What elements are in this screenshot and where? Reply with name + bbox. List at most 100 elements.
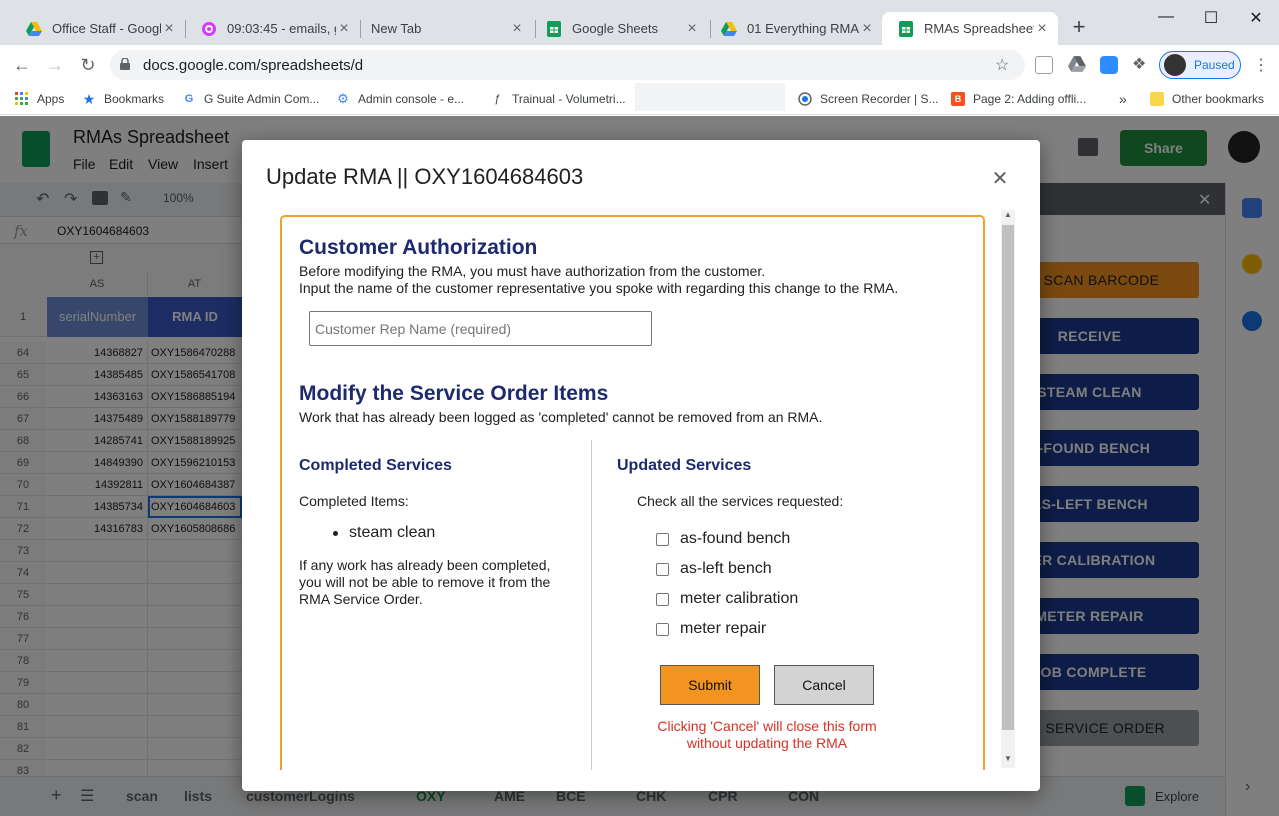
profile-paused-button[interactable]: Paused (1159, 51, 1241, 79)
completed-services-heading: Completed Services (299, 457, 452, 474)
browser-tab-emails[interactable]: 09:03:45 - emails, go × (185, 12, 360, 45)
google-drive-icon (721, 21, 737, 37)
forward-arrow-icon[interactable]: → (43, 53, 67, 77)
tab-label: Google Sheets (572, 21, 659, 36)
zoom-extension-icon[interactable] (1100, 56, 1118, 74)
as-left-bench-checkbox[interactable] (656, 562, 669, 576)
maximize-icon[interactable]: ☐ (1200, 8, 1222, 30)
customer-authorization-heading: Customer Authorization (299, 236, 538, 259)
bookmark-label: » (1119, 91, 1127, 107)
trainual-icon: ƒ (493, 93, 501, 105)
extension-icon[interactable] (1035, 56, 1053, 74)
cancel-warning-note: Clicking 'Cancel' will close this form w… (657, 718, 877, 751)
bookmark-admin-console[interactable]: ⚙ Admin console - e... (336, 90, 464, 108)
bookmark-trainual[interactable]: ƒ Trainual - Volumetri... (490, 90, 626, 108)
meter-repair-checkbox[interactable] (656, 622, 669, 636)
tab-label: Office Staff - Google (52, 21, 161, 36)
browser-tab-new-tab[interactable]: New Tab × (355, 12, 533, 45)
tab-label: 09:03:45 - emails, go (227, 21, 336, 36)
reload-icon[interactable]: ↻ (76, 53, 100, 77)
google-drive-icon (26, 21, 42, 37)
bookmark-label: Apps (37, 92, 65, 106)
drive-extension-icon[interactable] (1068, 56, 1086, 74)
bookmark-label: Page 2: Adding offli... (973, 92, 1087, 106)
lock-icon[interactable] (120, 57, 130, 70)
service-option-meter-calibration[interactable]: meter calibration (656, 590, 798, 608)
browser-tab-everything-rma[interactable]: 01 Everything RMA - × (705, 12, 883, 45)
tab-label: RMAs Spreadsheet - (924, 21, 1034, 36)
close-tab-icon[interactable]: × (161, 20, 177, 38)
bookmark-label: Bookmarks (104, 92, 165, 106)
column-divider (591, 440, 592, 770)
star-icon: ★ (82, 90, 96, 107)
tab-label: 01 Everything RMA - (747, 21, 859, 36)
dialog-title: Update RMA || OXY1604684603 (266, 164, 584, 189)
more-bookmarks-chevron[interactable]: » (1119, 90, 1127, 108)
browser-menu-icon[interactable]: ⋮ (1253, 55, 1269, 75)
bookmark-gsuite-admin[interactable]: G G Suite Admin Com... (182, 90, 320, 108)
cancel-label: Cancel (802, 677, 846, 693)
browser-tab-office-staff[interactable]: Office Staff - Google × (10, 12, 185, 45)
bookmark-label: Other bookmarks (1172, 92, 1265, 106)
bookmark-label: Admin console - e... (358, 92, 465, 106)
puzzle-extensions-icon[interactable]: ❖ (1132, 56, 1150, 74)
updated-services-heading: Updated Services (617, 457, 752, 474)
browser-tab-google-sheets[interactable]: Google Sheets × (530, 12, 708, 45)
completed-item: steam clean (333, 524, 435, 542)
check-instruction: Check all the services requested: (637, 493, 844, 509)
service-option-meter-repair[interactable]: meter repair (656, 620, 766, 638)
modify-service-order-heading: Modify the Service Order Items (299, 382, 609, 405)
redacted-bookmark (635, 83, 785, 111)
customer-rep-name-input[interactable] (309, 311, 652, 346)
close-window-icon[interactable]: ✕ (1245, 8, 1267, 30)
google-sheets-icon (546, 20, 562, 37)
minimize-icon[interactable]: — (1155, 8, 1177, 30)
gear-icon: ⚙ (337, 91, 349, 106)
back-arrow-icon[interactable]: ← (10, 53, 34, 77)
bookmark-screen-recorder[interactable]: Screen Recorder | S... (798, 90, 939, 108)
google-g-icon: G (184, 93, 194, 105)
close-icon[interactable]: ✕ (990, 166, 1010, 191)
browser-tab-rmas-spreadsheet[interactable]: RMAs Spreadsheet - × (882, 12, 1058, 45)
bookmark-other-bookmarks[interactable]: Other bookmarks (1150, 90, 1264, 108)
submit-button[interactable]: Submit (660, 665, 760, 705)
record-icon (798, 92, 812, 106)
bookmark-page-2[interactable]: B Page 2: Adding offli... (951, 90, 1086, 108)
close-tab-icon[interactable]: × (684, 20, 700, 38)
scroll-up-arrow-icon[interactable]: ▲ (1002, 210, 1014, 219)
close-tab-icon[interactable]: × (336, 20, 352, 38)
scroll-down-arrow-icon[interactable]: ▼ (1002, 754, 1014, 763)
bookmark-label: Screen Recorder | S... (820, 92, 939, 106)
bookmark-star-icon[interactable]: ☆ (995, 55, 1009, 75)
submit-label: Submit (688, 677, 732, 693)
as-found-bench-checkbox[interactable] (656, 532, 669, 546)
new-tab-button[interactable]: + (1068, 16, 1090, 38)
service-label: as-found bench (680, 530, 791, 547)
service-label: meter calibration (680, 590, 799, 607)
service-label: meter repair (680, 620, 767, 637)
google-sheets-icon (898, 20, 914, 37)
service-option-as-left-bench[interactable]: as-left bench (656, 560, 772, 578)
scrollbar-thumb[interactable] (1002, 225, 1014, 730)
profile-avatar (1164, 54, 1186, 76)
close-tab-icon[interactable]: × (1034, 20, 1050, 38)
authorization-instruction: Before modifying the RMA, you must have … (299, 263, 766, 279)
folder-icon (1150, 92, 1164, 106)
bookmark-label: G Suite Admin Com... (204, 92, 320, 106)
close-tab-icon[interactable]: × (509, 20, 525, 38)
timer-icon (201, 21, 217, 37)
bookmark-bookmarks[interactable]: ★ Bookmarks (82, 90, 164, 108)
completed-items-label: Completed Items: (299, 493, 409, 509)
service-option-as-found-bench[interactable]: as-found bench (656, 530, 790, 548)
profile-status-label: Paused (1194, 58, 1235, 72)
modify-note: Work that has already been logged as 'co… (299, 409, 823, 425)
cancel-button[interactable]: Cancel (774, 665, 874, 705)
meter-calibration-checkbox[interactable] (656, 592, 669, 606)
apps-grid-icon (15, 92, 29, 106)
bookmark-apps[interactable]: Apps (15, 90, 64, 108)
page-icon: B (951, 92, 965, 106)
close-tab-icon[interactable]: × (859, 20, 875, 38)
tab-label: New Tab (371, 21, 422, 36)
bookmark-label: Trainual - Volumetri... (512, 92, 626, 106)
url-text[interactable]: docs.google.com/spreadsheets/d (143, 57, 363, 74)
